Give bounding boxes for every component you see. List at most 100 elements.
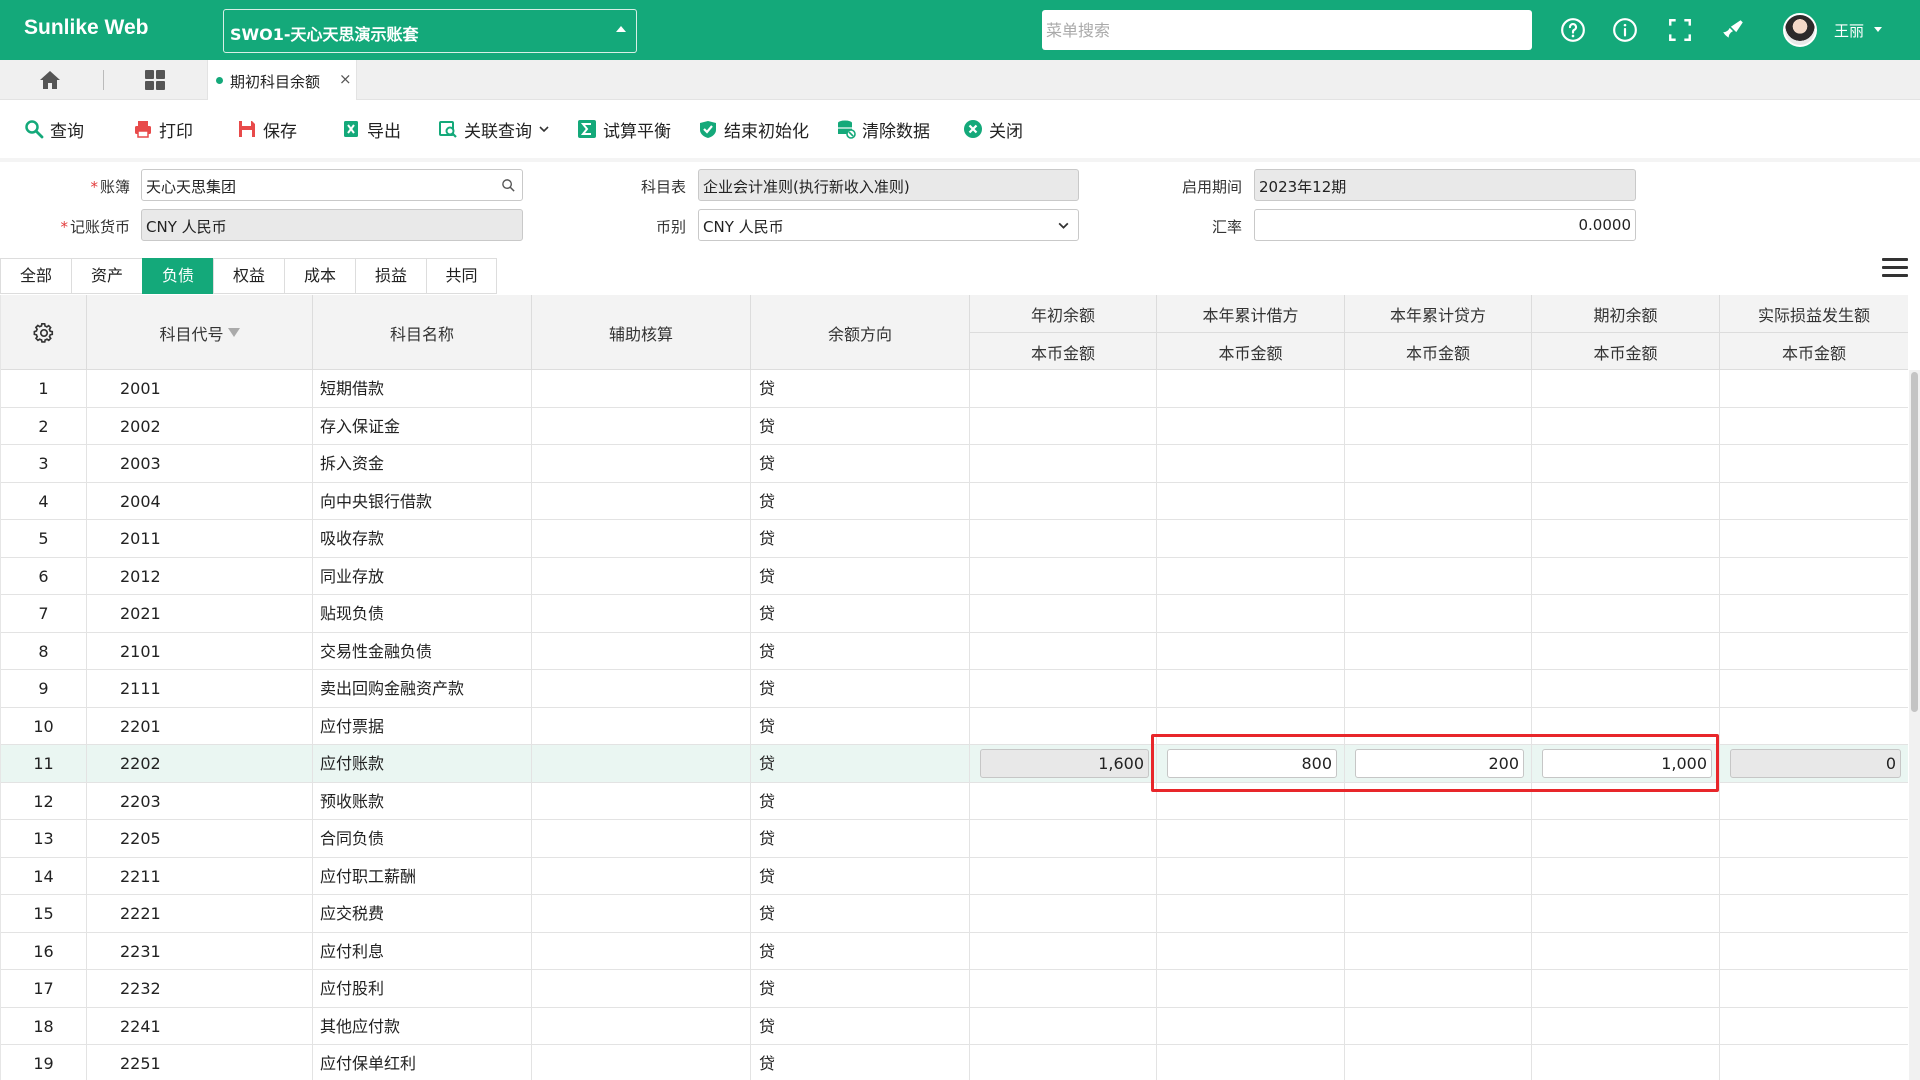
finish-init-button[interactable]: 结束初始化: [698, 117, 809, 142]
table-row[interactable]: 2 2002 存入保证金 贷: [1, 407, 1908, 445]
cell-year_debit[interactable]: [1157, 520, 1345, 557]
cell-actual_pl[interactable]: [1720, 670, 1908, 707]
cell-period_begin[interactable]: [1532, 520, 1720, 557]
cell-actual_pl[interactable]: [1720, 858, 1908, 895]
cell-actual_pl[interactable]: [1720, 820, 1908, 857]
cell-year_credit[interactable]: [1345, 445, 1532, 482]
cell-period_begin[interactable]: [1532, 595, 1720, 632]
cell-period_begin[interactable]: [1532, 1045, 1720, 1080]
cell-year_debit[interactable]: [1157, 632, 1345, 670]
cell-year_credit[interactable]: [1345, 820, 1532, 857]
cell-period_begin[interactable]: [1532, 557, 1720, 595]
table-row[interactable]: 14 2211 应付职工薪酬 贷: [1, 857, 1908, 895]
cell-period_begin[interactable]: [1532, 970, 1720, 1007]
cell-year_credit[interactable]: [1345, 1007, 1532, 1045]
filter-icon[interactable]: [227, 328, 240, 337]
cell-year_credit[interactable]: [1345, 970, 1532, 1007]
amount-input[interactable]: 200: [1355, 749, 1524, 778]
table-row[interactable]: 3 2003 拆入资金 贷: [1, 445, 1908, 483]
cell-period_begin[interactable]: [1532, 1007, 1720, 1045]
cell-actual_pl[interactable]: [1720, 633, 1908, 670]
cell-year_debit[interactable]: [1157, 970, 1345, 1007]
cell-year_begin[interactable]: [970, 895, 1157, 932]
category-tab[interactable]: 共同: [426, 258, 497, 294]
related-query-button[interactable]: 关联查询: [438, 117, 550, 142]
cell-actual_pl[interactable]: [1720, 558, 1908, 595]
cell-actual_pl[interactable]: [1720, 895, 1908, 932]
cell-actual_pl[interactable]: [1720, 1045, 1908, 1080]
col-header-code[interactable]: 科目代号: [87, 295, 313, 370]
cell-year_debit[interactable]: [1157, 857, 1345, 895]
cell-year_begin[interactable]: [970, 782, 1157, 820]
cell-year_credit[interactable]: [1345, 1045, 1532, 1080]
cell-period_begin[interactable]: [1532, 370, 1720, 407]
cell-period_begin[interactable]: [1532, 407, 1720, 445]
cell-year_credit[interactable]: [1345, 595, 1532, 632]
cell-year_credit[interactable]: [1345, 482, 1532, 520]
tab-opening-balance[interactable]: 期初科目余额 ×: [207, 60, 357, 100]
table-row[interactable]: 7 2021 贴现负债 贷: [1, 595, 1908, 633]
cell-year_begin[interactable]: [970, 632, 1157, 670]
cell-year_credit[interactable]: [1345, 707, 1532, 745]
cell-year_credit[interactable]: [1345, 670, 1532, 707]
table-row[interactable]: 1 2001 短期借款 贷: [1, 370, 1908, 408]
cell-year_credit[interactable]: [1345, 782, 1532, 820]
cell-actual_pl[interactable]: [1720, 370, 1908, 407]
cell-year_begin[interactable]: [970, 370, 1157, 407]
account-select[interactable]: SWO1-天心天思演示账套: [223, 9, 637, 53]
cell-year_begin[interactable]: [970, 707, 1157, 745]
cell-period_begin[interactable]: [1532, 482, 1720, 520]
info-icon[interactable]: [1612, 17, 1638, 43]
cell-period_begin[interactable]: [1532, 670, 1720, 707]
cell-year_credit[interactable]: [1345, 557, 1532, 595]
cell-actual_pl[interactable]: [1720, 445, 1908, 482]
cell-year_debit[interactable]: 800: [1157, 745, 1345, 782]
table-row[interactable]: 8 2101 交易性金融负债 贷: [1, 632, 1908, 670]
ledger-input[interactable]: 天心天思集团: [141, 169, 523, 201]
table-row[interactable]: 9 2111 卖出回购金融资产款 贷: [1, 670, 1908, 708]
cell-year_begin[interactable]: [970, 445, 1157, 482]
cell-year_debit[interactable]: [1157, 445, 1345, 482]
cell-year_begin[interactable]: [970, 1007, 1157, 1045]
home-icon[interactable]: [38, 69, 62, 91]
table-row[interactable]: 13 2205 合同负债 贷: [1, 820, 1908, 858]
table-row[interactable]: 19 2251 应付保单红利 贷: [1, 1045, 1908, 1080]
category-tab[interactable]: 权益: [213, 258, 284, 294]
cell-year_debit[interactable]: [1157, 482, 1345, 520]
cell-year_debit[interactable]: [1157, 820, 1345, 857]
cell-year_begin[interactable]: [970, 1045, 1157, 1080]
cell-actual_pl[interactable]: [1720, 708, 1908, 745]
table-row[interactable]: 5 2011 吸收存款 贷: [1, 520, 1908, 558]
table-row[interactable]: 15 2221 应交税费 贷: [1, 895, 1908, 933]
cell-period_begin[interactable]: [1532, 782, 1720, 820]
cell-year_begin[interactable]: [970, 820, 1157, 857]
export-button[interactable]: 导出: [341, 117, 401, 142]
cell-actual_pl[interactable]: [1720, 970, 1908, 1007]
cell-year_begin[interactable]: [970, 857, 1157, 895]
cell-actual_pl[interactable]: [1720, 595, 1908, 632]
close-button[interactable]: 关闭: [963, 117, 1023, 142]
cell-year_debit[interactable]: [1157, 670, 1345, 707]
trial-balance-button[interactable]: 试算平衡: [577, 117, 671, 142]
cell-year_begin[interactable]: 1,600: [970, 745, 1157, 782]
category-tab[interactable]: 全部: [0, 258, 71, 294]
cell-year_credit[interactable]: [1345, 857, 1532, 895]
cell-period_begin[interactable]: [1532, 932, 1720, 970]
cell-year_begin[interactable]: [970, 520, 1157, 557]
cell-year_begin[interactable]: [970, 557, 1157, 595]
cell-year_begin[interactable]: [970, 932, 1157, 970]
category-tab[interactable]: 负债: [142, 258, 213, 294]
cell-year_debit[interactable]: [1157, 895, 1345, 932]
cell-year_credit[interactable]: [1345, 932, 1532, 970]
apps-grid-icon[interactable]: [144, 69, 166, 91]
search-icon[interactable]: [501, 178, 516, 193]
print-button[interactable]: 打印: [133, 117, 193, 142]
caret-down-icon[interactable]: [1874, 27, 1882, 32]
scrollbar-thumb[interactable]: [1911, 372, 1918, 712]
cell-period_begin[interactable]: [1532, 895, 1720, 932]
cell-year_debit[interactable]: [1157, 1007, 1345, 1045]
cell-period_begin[interactable]: [1532, 632, 1720, 670]
category-tab[interactable]: 成本: [284, 258, 355, 294]
cell-actual_pl[interactable]: [1720, 933, 1908, 970]
cell-actual_pl[interactable]: [1720, 783, 1908, 820]
